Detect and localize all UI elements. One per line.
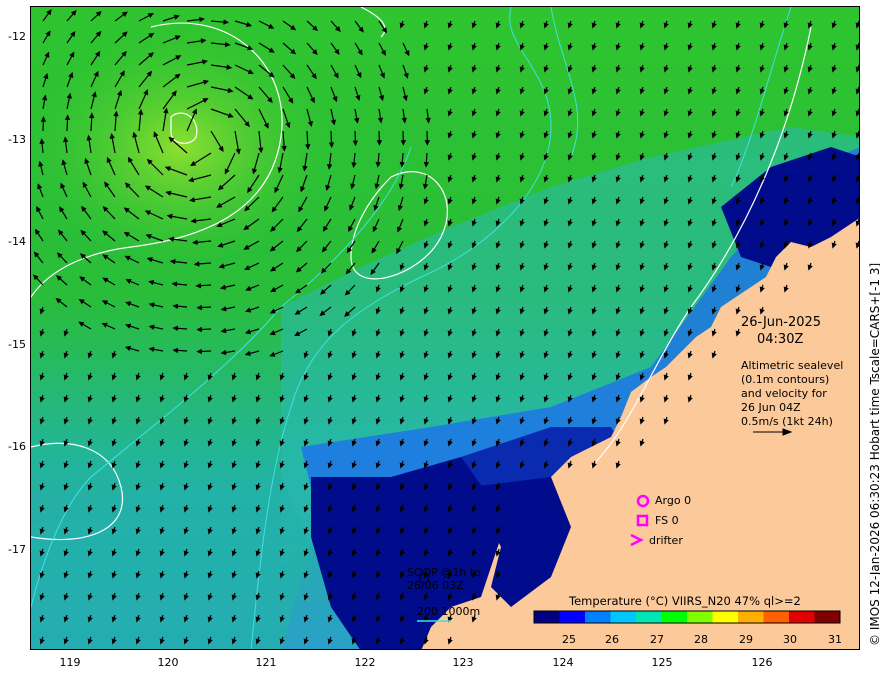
lon-tick: 121 — [255, 656, 277, 669]
colorbar-tick: 25 — [562, 633, 576, 646]
colorbar-tick: 27 — [650, 633, 664, 646]
colorbar-segment — [712, 611, 739, 623]
velocity-arrowhead — [855, 154, 859, 161]
altimetry-line: and velocity for — [741, 387, 827, 400]
sst-map[interactable]: 26-Jun-2025 04:30Z Altimetric sealevel (… — [30, 6, 860, 650]
lon-tick: 126 — [751, 656, 773, 669]
lat-tick: -14 — [8, 235, 26, 248]
colorbar-tick: 31 — [828, 633, 842, 646]
lon-tick: 122 — [354, 656, 376, 669]
lon-tick: 124 — [552, 656, 574, 669]
drifter-label: drifter — [649, 534, 683, 547]
velocity-arrowhead — [855, 44, 859, 51]
lat-tick: -13 — [8, 133, 26, 146]
colorbar-segment — [636, 611, 662, 623]
lon-tick: 125 — [651, 656, 673, 669]
fs-label: FS 0 — [655, 514, 679, 527]
altimetry-line: Altimetric sealevel — [741, 359, 844, 372]
soop-label: SOOP @1h to 26/06 03Z — [407, 566, 481, 592]
lat-tick: -16 — [8, 440, 26, 453]
copyright-label: © IMOS 12-Jan-2026 06:30:23 Hobart time … — [868, 262, 880, 646]
altimetry-line: 0.5m/s (1kt 24h) — [741, 415, 833, 428]
velocity-arrowhead — [855, 198, 859, 205]
map-canvas — [31, 7, 859, 649]
soop-line: SOOP @1h to — [407, 566, 481, 579]
lon-tick: 120 — [157, 656, 179, 669]
colorbar-segment — [738, 611, 764, 623]
colorbar-segment — [610, 611, 637, 623]
soop-line: 26/06 03Z — [407, 579, 464, 592]
colorbar-tick: 29 — [739, 633, 753, 646]
lon-tick: 119 — [59, 656, 81, 669]
lat-tick: -12 — [8, 30, 26, 43]
lat-tick: -15 — [8, 338, 26, 351]
colorbar-segment — [687, 611, 713, 623]
colorbar-segment — [789, 611, 815, 623]
altimetry-note: Altimetric sealevel (0.1m contours) and … — [741, 359, 843, 429]
lat-tick: -17 — [8, 543, 26, 556]
colorbar-tick: 26 — [605, 633, 619, 646]
map-time: 04:30Z — [757, 332, 804, 347]
altimetry-line: (0.1m contours) — [741, 373, 830, 386]
map-date: 26-Jun-2025 — [741, 315, 822, 330]
velocity-arrowhead — [855, 220, 859, 227]
lon-tick: 123 — [452, 656, 474, 669]
colorbar-segment — [763, 611, 790, 623]
colorbar-tick: 30 — [783, 633, 797, 646]
argo-label: Argo 0 — [655, 494, 692, 507]
velocity-arrowhead — [855, 88, 859, 95]
velocity-arrowhead — [855, 242, 859, 249]
depth-legend-label: 200 1000m — [417, 605, 481, 618]
velocity-arrowhead — [855, 22, 859, 29]
colorbar-segment — [814, 611, 841, 623]
colorbar-segment — [585, 611, 611, 623]
velocity-arrowhead — [855, 176, 859, 183]
velocity-arrowhead — [855, 110, 859, 117]
colorbar-segment — [534, 611, 560, 623]
colorbar-tick: 28 — [694, 633, 708, 646]
velocity-arrowhead — [855, 132, 859, 139]
colorbar-segment — [661, 611, 688, 623]
altimetry-line: 26 Jun 04Z — [741, 401, 801, 414]
velocity-arrowhead — [855, 66, 859, 73]
colorbar — [534, 611, 841, 623]
colorbar-title: Temperature (°C) VIIRS_N20 47% ql>=2 — [569, 594, 801, 608]
colorbar-segment — [559, 611, 586, 623]
